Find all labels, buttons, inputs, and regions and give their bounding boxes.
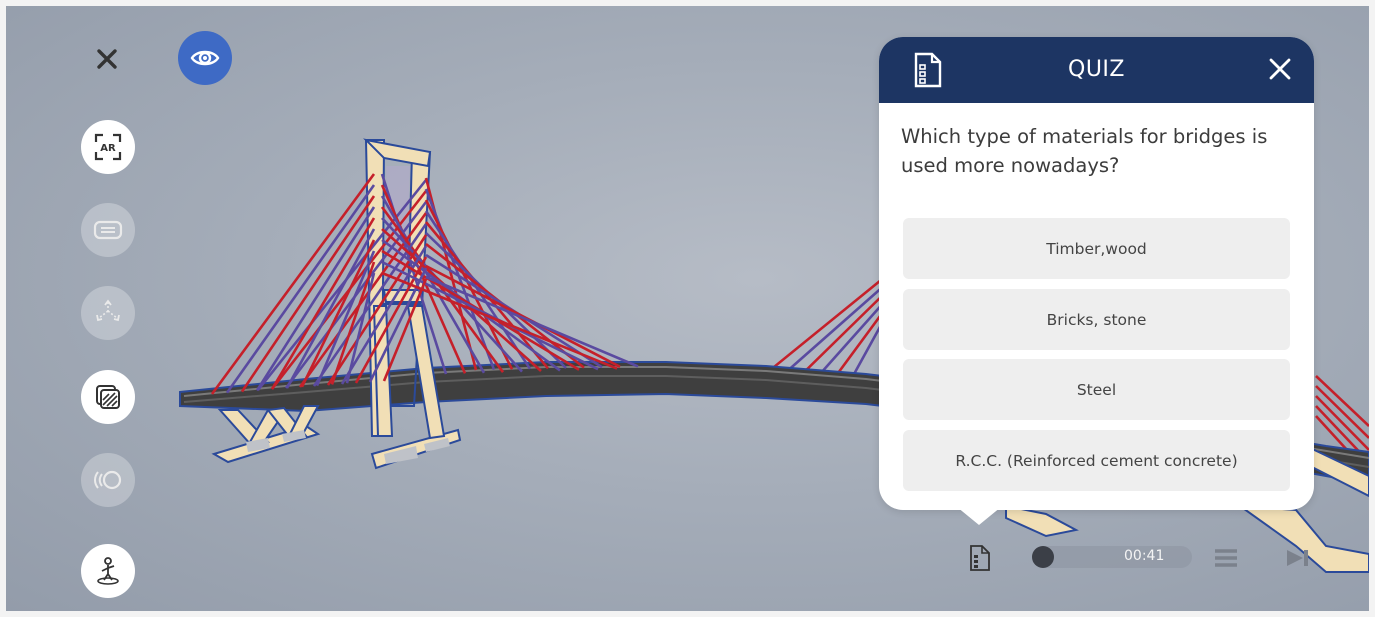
ar-mode-button[interactable]: AR [81, 120, 135, 174]
menu-button[interactable] [1214, 548, 1238, 572]
quiz-toggle-button[interactable] [969, 545, 991, 575]
skip-icon [1287, 550, 1308, 566]
quiz-pointer [957, 507, 1001, 525]
ar-icon: AR [94, 133, 122, 161]
stay-cable [1315, 375, 1369, 427]
quiz-panel: QUIZ Which type of materials for bridges… [879, 37, 1314, 525]
quiz-answer-option[interactable]: Bricks, stone [903, 289, 1290, 350]
move-icon [96, 299, 120, 322]
close-icon [97, 49, 117, 69]
progress-track[interactable] [1032, 546, 1192, 568]
close-icon [1269, 58, 1291, 80]
quiz-answer-option[interactable]: Timber,wood [903, 218, 1290, 279]
captions-icon [93, 220, 123, 240]
quiz-answer-option[interactable]: Steel [903, 359, 1290, 420]
stay-cable [757, 274, 887, 382]
stay-cable [255, 206, 376, 392]
sound-icon [94, 470, 122, 490]
progress-knob[interactable] [1032, 546, 1054, 568]
quiz-question: Which type of materials for bridges is u… [901, 125, 1268, 177]
ar-icon-label: AR [100, 143, 116, 154]
quiz-close-button[interactable] [1266, 55, 1294, 83]
move-button[interactable] [81, 286, 135, 340]
stay-cable [1315, 385, 1369, 439]
layers-icon [96, 385, 120, 409]
quiz-doc-icon [970, 545, 990, 571]
ar-viewport[interactable]: AR QUIZ Which type of materials for brid… [6, 6, 1369, 611]
layers-button[interactable] [81, 370, 135, 424]
menu-icon [1215, 549, 1237, 567]
captions-button[interactable] [81, 203, 135, 257]
quiz-title: QUIZ [1068, 57, 1125, 82]
visibility-toggle-button[interactable] [178, 31, 232, 85]
person-placement-button[interactable] [81, 544, 135, 598]
quiz-header: QUIZ [879, 37, 1314, 103]
person-pin-icon [97, 557, 119, 585]
skip-button[interactable] [1286, 549, 1310, 571]
close-button[interactable] [92, 44, 122, 74]
eye-icon [190, 50, 220, 66]
sound-button[interactable] [81, 453, 135, 507]
quiz-answer-option[interactable]: R.C.C. (Reinforced cement concrete) [903, 430, 1290, 491]
elapsed-time: 00:41 [1124, 548, 1165, 564]
stay-cable [425, 275, 639, 368]
